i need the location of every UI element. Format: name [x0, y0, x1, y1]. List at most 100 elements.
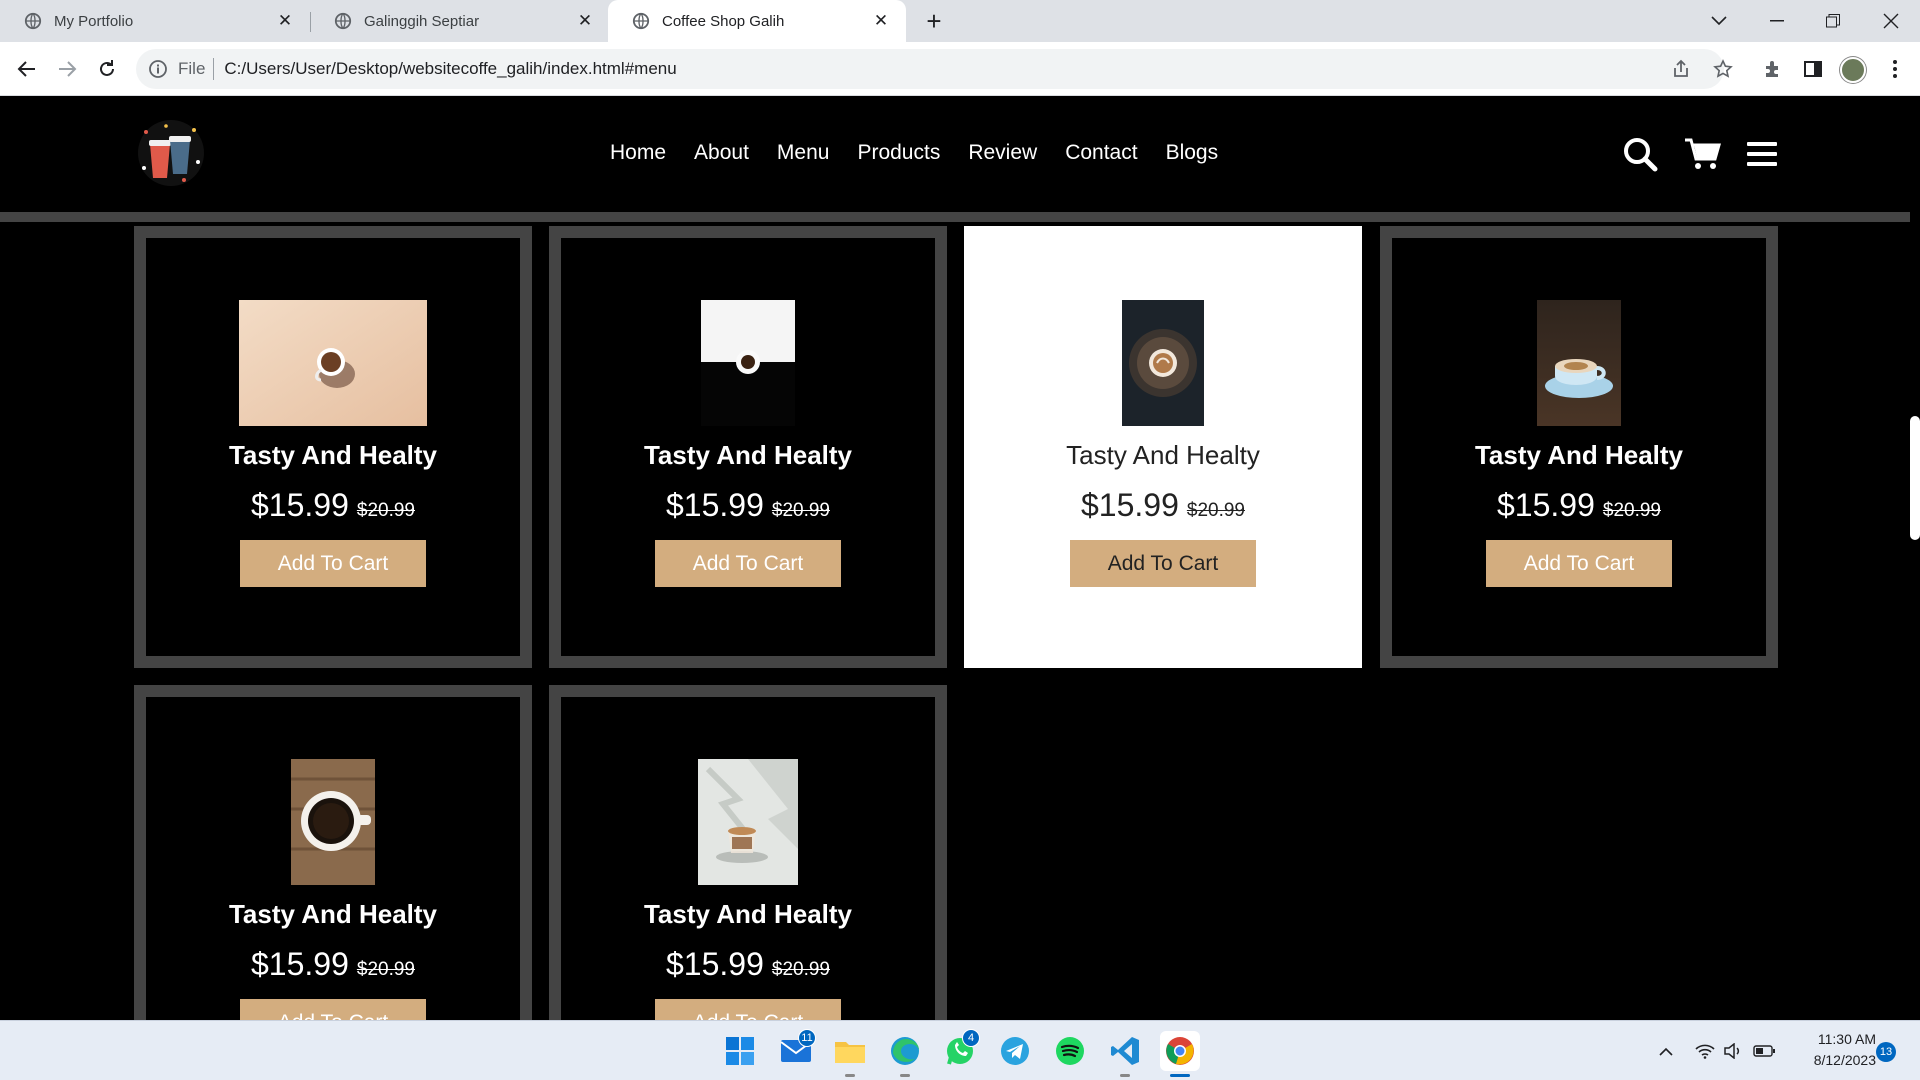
- product-price: $15.99 $20.99: [251, 487, 415, 523]
- cart-icon[interactable]: [1682, 134, 1722, 174]
- volume-icon[interactable]: [1720, 1037, 1746, 1065]
- add-to-cart-button[interactable]: Add To Cart: [655, 540, 841, 587]
- whatsapp-icon[interactable]: 4: [940, 1029, 980, 1071]
- spotify-icon[interactable]: [1050, 1031, 1090, 1071]
- vscode-icon[interactable]: [1105, 1031, 1145, 1077]
- nav-about[interactable]: About: [694, 141, 749, 165]
- hamburger-menu-icon[interactable]: [1742, 134, 1782, 174]
- side-panel-icon[interactable]: [1798, 54, 1828, 84]
- address-divider: [213, 58, 215, 80]
- profile-avatar[interactable]: [1840, 57, 1866, 83]
- tab-galinggih-septiar[interactable]: Galinggih Septiar ✕: [310, 0, 610, 42]
- nav-blogs[interactable]: Blogs: [1166, 141, 1219, 165]
- new-tab-button[interactable]: +: [918, 6, 950, 36]
- windows-taskbar: 11 4 11:30 AM 8/12/2023 13: [0, 1020, 1920, 1080]
- telegram-icon[interactable]: [995, 1031, 1035, 1071]
- restore-button[interactable]: [1804, 0, 1862, 42]
- product-old-price: $20.99: [356, 500, 415, 521]
- nav-review[interactable]: Review: [968, 141, 1037, 165]
- share-icon[interactable]: [1666, 54, 1696, 84]
- close-window-button[interactable]: [1862, 0, 1920, 42]
- tab-label: Coffee Shop Galih: [662, 12, 785, 30]
- coffee-cup-image: [239, 300, 427, 426]
- tab-coffee-shop-galih[interactable]: Coffee Shop Galih ✕: [608, 0, 906, 42]
- chrome-icon[interactable]: [1160, 1031, 1200, 1077]
- coffee-logo-icon[interactable]: [136, 118, 206, 188]
- extensions-puzzle-icon[interactable]: [1758, 54, 1788, 84]
- latte-art-image: [1122, 300, 1204, 426]
- product-old-price: $20.99: [1186, 500, 1245, 521]
- more-menu-icon[interactable]: [1880, 54, 1910, 84]
- product-price: $15.99 $20.99: [666, 487, 830, 523]
- product-price: $15.99 $20.99: [1497, 487, 1661, 523]
- close-tab-icon[interactable]: ✕: [870, 10, 892, 32]
- nav-menu[interactable]: Menu: [777, 141, 830, 165]
- globe-icon: [24, 12, 42, 30]
- tab-my-portfolio[interactable]: My Portfolio ✕: [0, 0, 310, 42]
- notification-count-badge[interactable]: 13: [1876, 1042, 1896, 1062]
- mail-icon[interactable]: 11: [776, 1029, 816, 1071]
- product-price: $15.99 $20.99: [666, 946, 830, 982]
- file-explorer-icon[interactable]: [830, 1031, 870, 1077]
- product-old-price: $20.99: [771, 959, 830, 980]
- chevron-up-icon[interactable]: [1654, 1037, 1678, 1065]
- globe-icon: [334, 12, 352, 30]
- forward-arrow-icon[interactable]: [52, 54, 82, 84]
- main-nav: Home About Menu Products Review Contact …: [610, 141, 1246, 165]
- add-to-cart-button[interactable]: Add To Cart: [240, 540, 426, 587]
- product-title: Tasty And Healty: [228, 440, 438, 470]
- browser-tab-strip: My Portfolio ✕ Galinggih Septiar ✕ Coffe…: [0, 0, 1920, 42]
- product-title: Tasty And Healty: [1066, 440, 1260, 470]
- product-price: $15.99 $20.99: [251, 946, 415, 982]
- coffee-cup-image: [701, 300, 795, 426]
- nav-products[interactable]: Products: [857, 141, 940, 165]
- section-divider: [0, 212, 1910, 222]
- add-to-cart-button[interactable]: Add To Cart: [655, 999, 841, 1020]
- add-to-cart-button[interactable]: Add To Cart: [1486, 540, 1672, 587]
- product-card: Tasty And Healty $15.99$20.99 Add To Car…: [549, 685, 947, 1020]
- address-url[interactable]: C:/Users/User/Desktop/websitecoffe_galih…: [224, 59, 676, 79]
- product-card: Tasty And Healty $15.99$20.99 Add To Car…: [1380, 226, 1778, 668]
- whatsapp-badge: 4: [962, 1029, 980, 1047]
- product-old-price: $20.99: [1602, 500, 1661, 521]
- back-arrow-icon[interactable]: [12, 54, 42, 84]
- bookmark-star-icon[interactable]: [1708, 54, 1738, 84]
- clock-date: 8/12/2023: [1813, 1052, 1876, 1068]
- cup-on-saucer-image: [1537, 300, 1621, 426]
- espresso-shadow-image: [698, 759, 798, 885]
- page-scrollbar-thumb[interactable]: [1910, 416, 1920, 540]
- nav-contact[interactable]: Contact: [1065, 141, 1137, 165]
- page-viewport: Home About Menu Products Review Contact …: [0, 96, 1920, 1020]
- close-tab-icon[interactable]: ✕: [574, 10, 596, 32]
- product-old-price: $20.99: [771, 500, 830, 521]
- windows-start-icon[interactable]: [720, 1031, 760, 1071]
- tab-label: Galinggih Septiar: [364, 12, 480, 30]
- close-tab-icon[interactable]: ✕: [274, 10, 296, 32]
- search-icon[interactable]: [1620, 134, 1660, 174]
- edge-browser-icon[interactable]: [885, 1031, 925, 1077]
- product-photo: [1537, 300, 1621, 426]
- product-photo: [291, 759, 375, 885]
- product-photo: [239, 300, 427, 426]
- add-to-cart-button[interactable]: Add To Cart: [240, 999, 426, 1020]
- product-card: Tasty And Healty $15.99$20.99 Add To Car…: [549, 226, 947, 668]
- reload-icon[interactable]: [92, 54, 122, 84]
- battery-icon[interactable]: [1750, 1037, 1778, 1065]
- product-card: Tasty And Healty $15.99$20.99 Add To Car…: [134, 226, 532, 668]
- nav-home[interactable]: Home: [610, 141, 666, 165]
- product-old-price: $20.99: [356, 959, 415, 980]
- info-icon[interactable]: [148, 59, 168, 79]
- globe-icon: [632, 12, 650, 30]
- system-clock[interactable]: 11:30 AM 8/12/2023: [1784, 1029, 1876, 1071]
- product-title: Tasty And Healty: [228, 899, 438, 929]
- product-photo: [701, 300, 795, 426]
- product-title: Tasty And Healty: [643, 899, 853, 929]
- add-to-cart-button[interactable]: Add To Cart: [1070, 540, 1256, 587]
- product-card-highlighted: Tasty And Healty $15.99 $20.99 Add To Car…: [964, 226, 1362, 668]
- wifi-icon[interactable]: [1692, 1037, 1718, 1065]
- product-title: Tasty And Healty: [643, 440, 853, 470]
- address-bar[interactable]: File C:/Users/User/Desktop/websitecoffe_…: [136, 49, 1724, 89]
- minimize-button[interactable]: [1748, 0, 1806, 42]
- product-price: $15.99 $20.99: [1081, 487, 1245, 523]
- tab-search-chevron-icon[interactable]: [1690, 0, 1748, 42]
